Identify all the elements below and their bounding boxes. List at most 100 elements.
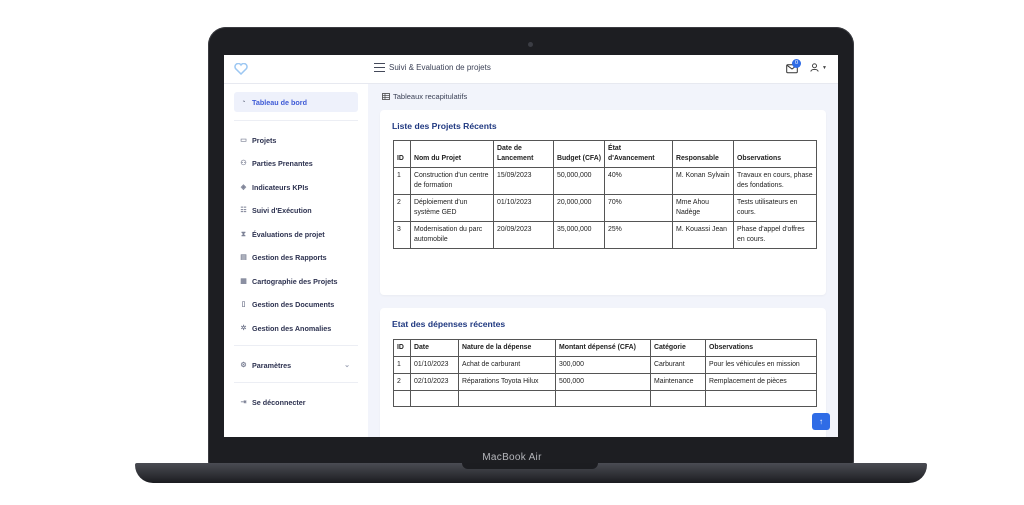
projects-card-title: Liste des Projets Récents xyxy=(392,121,497,131)
breadcrumb: Tableaux recapitulatifs xyxy=(382,92,467,101)
scroll-to-top-button[interactable]: ↑ xyxy=(812,413,830,430)
table-cell: 01/10/2023 xyxy=(410,356,459,374)
sidebar-item-documents[interactable]: ▯ Gestion des Documents xyxy=(234,294,358,314)
column-header: Montant dépensé (CFA) xyxy=(555,339,651,357)
sidebar-item-evaluations[interactable]: ⧗ Évaluations de projet xyxy=(234,224,358,244)
app-title: Suivi & Evaluation de projets xyxy=(389,63,491,72)
hourglass-icon: ⧗ xyxy=(241,230,246,238)
table-cell: Carburant xyxy=(650,356,706,374)
table-cell: 25% xyxy=(604,221,673,249)
chevron-down-icon: ▼ xyxy=(822,64,827,71)
sidebar-item-dashboard[interactable]: ◔ Tableau de bord xyxy=(234,92,358,112)
sidebar-item-label: Se déconnecter xyxy=(252,397,306,407)
sidebar-item-settings[interactable]: ⚙ Paramètres ⌄ xyxy=(234,355,358,375)
table-row xyxy=(393,390,817,407)
table-row: 1 Construction d'un centre de formation … xyxy=(393,167,817,195)
table-cell: 2 xyxy=(393,194,411,222)
table-cell: Maintenance xyxy=(650,373,706,391)
table-cell: M. Kouassi Jean xyxy=(672,221,734,249)
breadcrumb-label: Tableaux recapitulatifs xyxy=(393,92,468,101)
users-icon: ⚇ xyxy=(240,159,247,167)
sidebar-item-projects[interactable]: ▭ Projets xyxy=(234,130,358,150)
column-header: Date xyxy=(410,339,459,357)
tasks-icon: ☷ xyxy=(240,206,247,214)
sidebar-item-label: Tableau de bord xyxy=(252,97,307,107)
menu-toggle-button[interactable]: Suivi & Evaluation de projets xyxy=(374,63,491,72)
table-cell: Travaux en cours, phase des fondations. xyxy=(733,167,817,195)
projects-card: Liste des Projets Récents ID Nom du Proj… xyxy=(380,110,826,295)
sidebar-item-execution[interactable]: ☷ Suivi d'Exécution xyxy=(234,200,358,220)
column-header: ID xyxy=(393,339,411,357)
sidebar-item-stakeholders[interactable]: ⚇ Parties Prenantes xyxy=(234,153,358,173)
table-cell: 1 xyxy=(393,167,411,195)
table-cell: 300,000 xyxy=(555,356,651,374)
laptop-notch xyxy=(462,463,598,469)
table-row: 1 01/10/2023 Achat de carburant 300,000 … xyxy=(393,356,817,374)
sidebar-item-label: Cartographie des Projets xyxy=(252,276,338,286)
table-row: 2 02/10/2023 Réparations Toyota Hilux 50… xyxy=(393,373,817,391)
tag-icon: ◈ xyxy=(240,183,247,191)
table-cell: M. Konan Sylvain xyxy=(672,167,734,195)
table-cell: 1 xyxy=(393,356,411,374)
table-cell: Réparations Toyota Hilux xyxy=(458,373,556,391)
table-cell: Mme Ahou Nadège xyxy=(672,194,734,222)
projects-table: ID Nom du Projet Date de Lancement Budge… xyxy=(393,140,817,249)
sidebar-item-label: Parties Prenantes xyxy=(252,158,313,168)
table-cell: Phase d'appel d'offres en cours. xyxy=(733,221,817,249)
table-cell: Remplacement de pièces xyxy=(705,373,817,391)
table-cell: Déploiement d'un système GED xyxy=(410,194,494,222)
user-icon xyxy=(810,63,819,72)
table-cell: 3 xyxy=(393,221,411,249)
expenses-card-title: Etat des dépenses récentes xyxy=(392,319,506,329)
table-cell: 35,000,000 xyxy=(553,221,605,249)
table-cell: 20/09/2023 xyxy=(493,221,554,249)
sidebar-item-kpis[interactable]: ◈ Indicateurs KPIs xyxy=(234,177,358,197)
sidebar-divider xyxy=(234,382,358,383)
table-cell: 40% xyxy=(604,167,673,195)
device-label: MacBook Air xyxy=(482,452,542,463)
sidebar-item-label: Gestion des Anomalies xyxy=(252,323,332,333)
table-cell: 50,000,000 xyxy=(553,167,605,195)
topbar: Suivi & Evaluation de projets 0 ▼ xyxy=(224,55,838,84)
screen: Suivi & Evaluation de projets 0 ▼ ◔ Tabl… xyxy=(224,55,838,437)
table-header-row: ID Date Nature de la dépense Montant dép… xyxy=(393,339,817,357)
sidebar-item-logout[interactable]: ⇥ Se déconnecter xyxy=(234,392,358,412)
table-cell: Tests utilisateurs en cours. xyxy=(733,194,817,222)
logout-icon: ⇥ xyxy=(240,398,247,406)
folder-icon: ▭ xyxy=(240,136,247,144)
column-header: Nature de la dépense xyxy=(458,339,556,357)
bug-icon: ✲ xyxy=(240,324,247,332)
arrow-up-icon: ↑ xyxy=(819,417,823,426)
table-cell xyxy=(458,390,556,407)
sidebar-item-label: Suivi d'Exécution xyxy=(252,205,312,215)
logo-icon[interactable] xyxy=(234,63,248,75)
dashboard-icon: ◔ xyxy=(241,98,246,106)
sidebar-item-mapping[interactable]: ▦ Cartographie des Projets xyxy=(234,271,358,291)
column-header: Budget (CFA) xyxy=(553,140,605,168)
column-header: Observations xyxy=(733,140,817,168)
sidebar-item-reports[interactable]: ▤ Gestion des Rapports xyxy=(234,247,358,267)
table-cell: Modernisation du parc automobile xyxy=(410,221,494,249)
table-cell xyxy=(555,390,651,407)
table-cell xyxy=(410,390,459,407)
map-icon: ▦ xyxy=(240,277,247,285)
column-header: État d'Avancement xyxy=(604,140,673,168)
table-cell xyxy=(650,390,706,407)
document-icon: ▯ xyxy=(241,300,246,308)
table-header-row: ID Nom du Projet Date de Lancement Budge… xyxy=(393,140,817,168)
sidebar-item-label: Évaluations de projet xyxy=(252,229,325,239)
table-cell: 2 xyxy=(393,373,411,391)
sidebar-item-anomalies[interactable]: ✲ Gestion des Anomalies xyxy=(234,318,358,338)
table-cell: 500,000 xyxy=(555,373,651,391)
sidebar-item-label: Indicateurs KPIs xyxy=(252,182,309,192)
table-cell xyxy=(705,390,817,407)
sidebar-divider xyxy=(234,120,358,121)
user-menu-button[interactable]: ▼ xyxy=(810,63,827,72)
table-cell: Construction d'un centre de formation xyxy=(410,167,494,195)
table-cell: Achat de carburant xyxy=(458,356,556,374)
main-content: Tableaux recapitulatifs Liste des Projet… xyxy=(378,84,828,437)
mail-badge: 0 xyxy=(792,59,801,68)
settings-icon: ⚙ xyxy=(240,361,247,369)
report-icon: ▤ xyxy=(240,253,247,261)
sidebar-item-label: Gestion des Rapports xyxy=(252,252,327,262)
